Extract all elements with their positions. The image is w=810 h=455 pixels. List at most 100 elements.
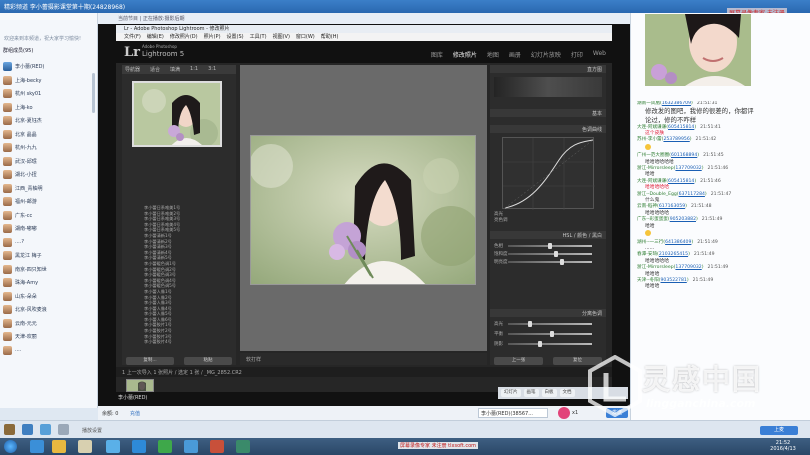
member-row[interactable]: 福州-邮游 <box>3 195 95 209</box>
chat-sender-id[interactable]: 137709032 <box>675 166 701 171</box>
chat-sender-id[interactable]: 253789956 <box>663 137 689 142</box>
chat-sender-id[interactable]: 905203882 <box>670 217 696 222</box>
lr-module-tab[interactable]: 地图 <box>487 50 499 59</box>
tone-curve-header[interactable]: 色调曲线 <box>490 125 606 133</box>
navigator-preview[interactable] <box>132 81 222 147</box>
histogram-header[interactable]: 直方图 <box>490 65 606 73</box>
preset-item[interactable]: 李小蕾胶片4号 <box>122 339 236 345</box>
app-icon[interactable] <box>210 440 224 453</box>
lr-menu-item[interactable]: 文件(F) <box>124 33 141 41</box>
member-row[interactable]: 广东-cc <box>3 209 95 223</box>
lr-module-tab[interactable]: 修改照片 <box>453 50 477 59</box>
video-tabs[interactable]: 当前节目 | 正在播放:摄影后期 <box>98 13 630 24</box>
ie-icon[interactable] <box>30 440 44 453</box>
ppt-button-whiteboard[interactable]: 白板 <box>541 389 557 397</box>
navigator-option[interactable]: 3:1 <box>208 66 216 73</box>
recorder-icon[interactable] <box>236 440 250 453</box>
lr-menu-item[interactable]: 修改照片(D) <box>170 33 198 41</box>
member-row[interactable]: 江西_青柚明 <box>3 182 95 196</box>
chat-sender-id[interactable]: 641386409 <box>665 240 691 245</box>
member-row[interactable]: 云南-元元 <box>3 317 95 331</box>
split-toning-header[interactable]: 分离色调 <box>490 309 606 317</box>
member-row[interactable]: 北京-风吹麦浪 <box>3 303 95 317</box>
basic-header[interactable]: 基本 <box>490 109 606 117</box>
member-row[interactable]: 湖南-嘟嘟 <box>3 222 95 236</box>
chat-sender-id[interactable]: 617163059 <box>659 204 685 209</box>
split-balance-slider[interactable] <box>508 331 592 337</box>
chat-sender[interactable]: 广州一范大圈圈 <box>637 153 669 158</box>
lr-module-tab[interactable]: 打印 <box>571 50 583 59</box>
folder-icon[interactable] <box>52 440 66 453</box>
chat-sender[interactable]: 春潭-安琦 <box>637 252 657 257</box>
hsl-luminance-slider[interactable] <box>508 259 592 265</box>
chat-sender-id[interactable]: 137709032 <box>675 265 701 270</box>
lr-module-tab[interactable]: Web <box>593 50 606 59</box>
tone-curve[interactable] <box>502 137 595 210</box>
chat-sender[interactable]: 浙江-Mirrorsleep <box>637 166 674 171</box>
chat-sender[interactable]: 浙江-Mirrorsleep <box>637 265 674 270</box>
chat-sender[interactable]: 湖南一凤凰 <box>637 101 660 106</box>
member-row[interactable]: 南京-四只知世 <box>3 263 95 277</box>
speaker-icon[interactable] <box>22 424 33 435</box>
lr-menu-item[interactable]: 设置(S) <box>227 33 244 41</box>
member-row[interactable]: ....? <box>3 236 95 250</box>
member-row[interactable]: .... <box>3 344 95 358</box>
member-row[interactable]: 湖北-小扭 <box>3 168 95 182</box>
lr-module-tab[interactable]: 图库 <box>431 50 443 59</box>
lr-toolbar[interactable]: 软打样 <box>240 353 487 365</box>
member-row[interactable]: 李小蕾(RED) <box>3 60 95 74</box>
main-photo[interactable] <box>250 135 476 285</box>
explorer-icon[interactable] <box>78 440 92 453</box>
navigator-option[interactable]: 填满 <box>170 66 180 73</box>
paste-settings-button[interactable]: 粘贴 <box>184 357 232 365</box>
slider-knob[interactable] <box>548 243 552 249</box>
members-header[interactable]: 群组成员(95) <box>3 47 33 54</box>
chat-sender-id[interactable]: 605415814 <box>668 179 694 184</box>
member-row[interactable]: 山东-朵朵 <box>3 290 95 304</box>
chat-sender[interactable]: 大连-阿斌谦谦 <box>637 125 666 130</box>
member-row[interactable]: 武汉-邱珉 <box>3 155 95 169</box>
member-row[interactable]: 黑龙江 梅子 <box>3 249 95 263</box>
chat-sender[interactable]: 湖州--一三行 <box>637 240 663 245</box>
split-shadows-slider[interactable] <box>508 341 592 347</box>
chat-sender-id[interactable]: 601168894 <box>671 153 697 158</box>
settings-icon[interactable] <box>58 424 69 435</box>
ppt-button-document[interactable]: 文档 <box>559 389 575 397</box>
slider-knob[interactable] <box>560 259 564 265</box>
start-icon[interactable] <box>4 440 17 453</box>
chat-sender[interactable]: 天津--冬阳 <box>637 278 659 283</box>
go-on-mic-button[interactable]: 上麦 <box>760 426 798 435</box>
slider-knob[interactable] <box>538 341 542 347</box>
wechat-icon[interactable] <box>158 440 172 453</box>
chat-sender[interactable]: 云南-稻神 <box>637 204 657 209</box>
lr-menu-item[interactable]: 帮助(H) <box>321 33 339 41</box>
slider-knob[interactable] <box>528 321 532 327</box>
split-highlights-slider[interactable] <box>508 321 592 327</box>
member-row[interactable]: 上海-ko <box>3 101 95 115</box>
lr-module-tab[interactable]: 画册 <box>509 50 521 59</box>
recharge-link[interactable]: 充值 <box>130 410 140 417</box>
gift-recipient-select[interactable]: 李小蕾(RED)(38567... <box>478 408 548 418</box>
chat-sender-id[interactable]: 2103265415 <box>659 252 688 257</box>
chat-sender-id[interactable]: 637117284 <box>679 192 705 197</box>
camera-icon[interactable] <box>40 424 51 435</box>
member-row[interactable]: 北京-夏钰杰 <box>3 114 95 128</box>
qq-icon[interactable] <box>106 440 120 453</box>
chat-sender-id[interactable]: 1632386709 <box>662 101 691 106</box>
ppt-button-slides[interactable]: 幻灯片 <box>501 389 521 397</box>
playback-settings-label[interactable]: 播放设置 <box>82 427 102 434</box>
system-clock[interactable]: 21:52 2016/4/13 <box>760 440 806 452</box>
lr-menu-item[interactable]: 工具(T) <box>250 33 267 41</box>
chat-sender[interactable]: 浙江--Double_Egg <box>637 192 677 197</box>
lr-menu-item[interactable]: 编辑(E) <box>147 33 164 41</box>
copy-settings-button[interactable]: 复制... <box>126 357 174 365</box>
member-row[interactable]: 天津-欢丽 <box>3 330 95 344</box>
ppt-button-pen[interactable]: 画笔 <box>523 389 539 397</box>
chat-sender-id[interactable]: 903522781 <box>661 278 687 283</box>
member-scrollbar[interactable] <box>92 73 95 113</box>
hsl-hue-slider[interactable] <box>508 243 592 249</box>
browser-icon[interactable] <box>132 440 146 453</box>
previous-button[interactable]: 上一张 <box>494 357 543 365</box>
navigator-option[interactable]: 适合 <box>150 66 160 73</box>
navigator-option[interactable]: 1:1 <box>190 66 198 73</box>
